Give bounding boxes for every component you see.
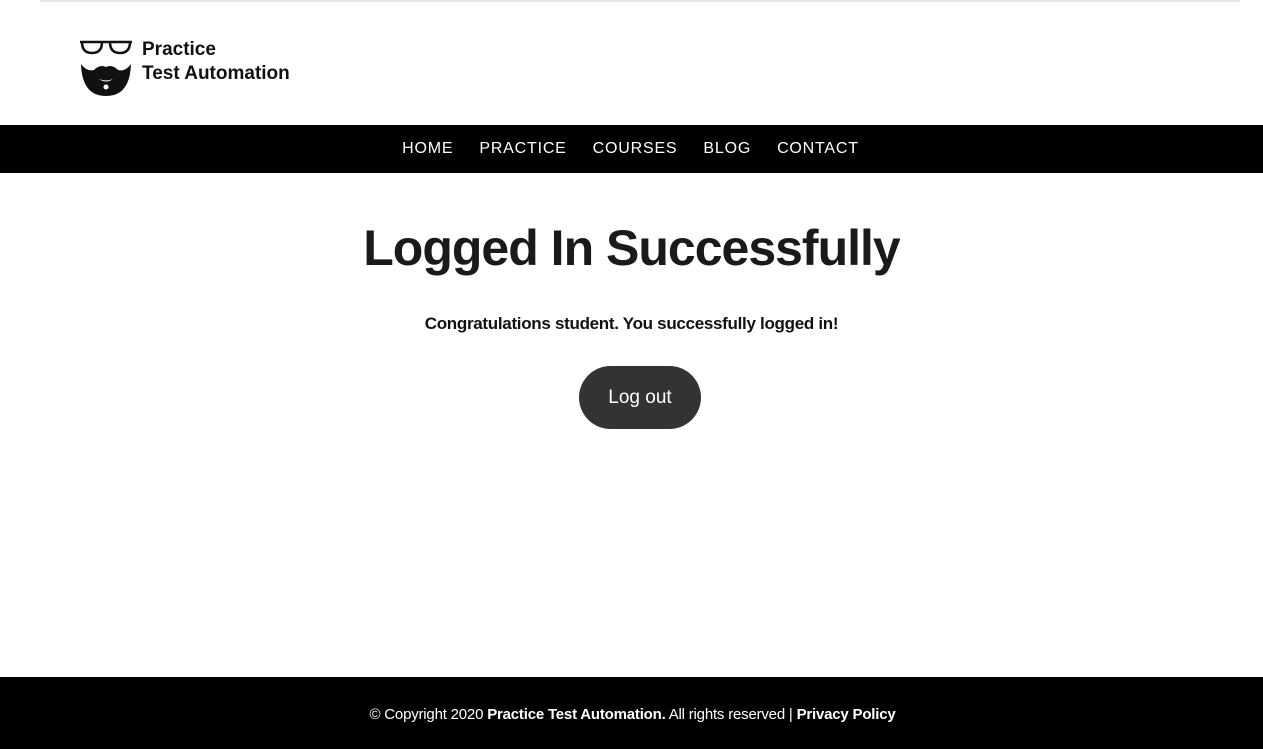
nav-item-blog: BLOG: [703, 140, 751, 158]
nav-list: HOME PRACTICE COURSES BLOG CONTACT: [389, 140, 872, 158]
nav-item-home: HOME: [402, 140, 453, 158]
success-message: Congratulations student. You successfull…: [424, 314, 839, 333]
brand-name: Practice Test Automation: [142, 38, 290, 86]
nav-item-courses: COURSES: [593, 140, 678, 158]
nav-link-practice[interactable]: PRACTICE: [479, 140, 566, 157]
site-footer: © Copyright 2020 Practice Test Automatio…: [0, 677, 1263, 749]
page-title: Logged In Successfully: [363, 220, 900, 276]
nav-link-courses[interactable]: COURSES: [593, 140, 678, 157]
nav-link-blog[interactable]: BLOG: [703, 140, 751, 157]
brand-line-2: Test Automation: [142, 63, 290, 84]
nav-link-contact[interactable]: CONTACT: [777, 140, 859, 157]
site-header: Practice Test Automation: [0, 2, 1263, 125]
nav-link-home[interactable]: HOME: [402, 140, 453, 157]
page: Practice Test Automation HOME PRACTICE C…: [0, 0, 1263, 749]
main-content: Logged In Successfully Congratulations s…: [0, 173, 1263, 677]
nav-item-practice: PRACTICE: [479, 140, 566, 158]
footer-text: © Copyright 2020 Practice Test Automatio…: [369, 706, 895, 723]
nav-item-contact: CONTACT: [777, 140, 859, 158]
footer-rights: All rights reserved |: [665, 705, 797, 723]
brand-line-1: Practice: [142, 39, 216, 60]
footer-company: Practice Test Automation.: [487, 705, 666, 723]
logout-button[interactable]: Log out: [579, 366, 701, 429]
glasses-beard-logo-icon: [80, 40, 132, 96]
privacy-policy-link[interactable]: Privacy Policy: [797, 706, 896, 723]
main-navigation: HOME PRACTICE COURSES BLOG CONTACT: [0, 125, 1263, 173]
footer-copyright: © Copyright 2020: [369, 705, 488, 723]
site-logo-link[interactable]: Practice Test Automation: [78, 38, 290, 98]
